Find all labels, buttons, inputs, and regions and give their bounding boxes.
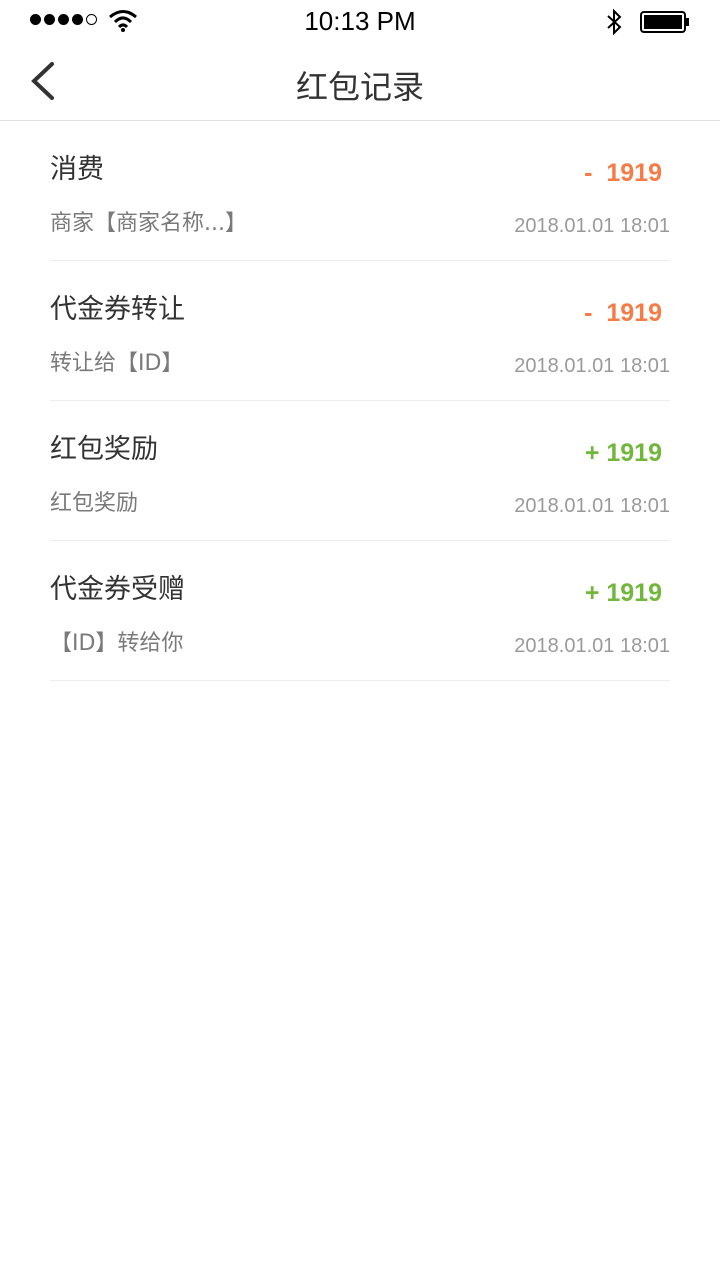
record-title: 代金券转让 — [50, 294, 185, 325]
nav-bar: 红包记录 — [0, 42, 720, 121]
record-title: 红包奖励 — [50, 434, 158, 465]
battery-icon — [640, 11, 689, 33]
record-subtitle: 转让给【ID】 — [50, 351, 184, 376]
record-subtitle: 【ID】转给你 — [50, 631, 184, 656]
record-item[interactable]: 消费 商家【商家名称...】 - 1919 2018.01.01 18:01 — [50, 121, 670, 261]
record-list: 消费 商家【商家名称...】 - 1919 2018.01.01 18:01 代… — [50, 121, 670, 681]
page-title: 红包记录 — [295, 68, 424, 106]
record-item[interactable]: 代金券转让 转让给【ID】 - 1919 2018.01.01 18:01 — [50, 261, 670, 401]
bluetooth-icon — [607, 8, 622, 36]
record-amount: + 1919 — [584, 579, 662, 607]
record-item[interactable]: 代金券受赠 【ID】转给你 + 1919 2018.01.01 18:01 — [50, 541, 670, 681]
record-amount: + 1919 — [584, 439, 662, 467]
record-time: 2018.01.01 18:01 — [514, 495, 670, 517]
record-title: 代金券受赠 — [50, 574, 185, 605]
record-time: 2018.01.01 18:01 — [514, 355, 670, 377]
record-amount: - 1919 — [584, 299, 662, 327]
status-bar: 10:13 PM — [0, 0, 720, 42]
record-subtitle: 商家【商家名称...】 — [50, 211, 247, 236]
record-subtitle: 红包奖励 — [50, 491, 139, 516]
record-amount: - 1919 — [584, 159, 662, 187]
record-title: 消费 — [50, 154, 104, 185]
record-time: 2018.01.01 18:01 — [514, 635, 670, 657]
record-item[interactable]: 红包奖励 红包奖励 + 1919 2018.01.01 18:01 — [50, 401, 670, 541]
record-time: 2018.01.01 18:01 — [514, 215, 670, 237]
